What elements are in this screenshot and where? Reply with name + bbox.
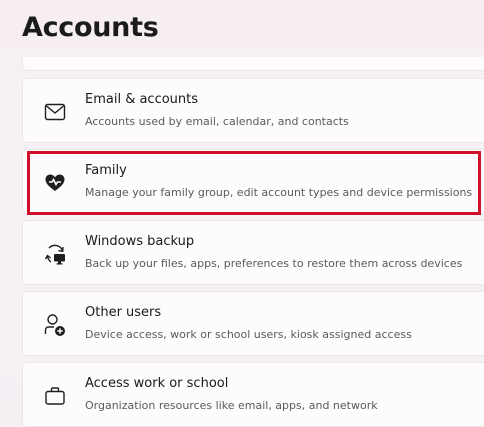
- previous-settings-card[interactable]: [22, 57, 484, 71]
- settings-item-email-accounts[interactable]: Email & accounts Accounts used by email,…: [22, 78, 484, 143]
- settings-item-title: Other users: [85, 305, 162, 320]
- settings-item-description: Accounts used by email, calendar, and co…: [85, 115, 349, 128]
- settings-item-other-users[interactable]: Other users Device access, work or schoo…: [22, 291, 484, 356]
- page-title: Accounts: [22, 12, 159, 43]
- settings-item-family[interactable]: Family Manage your family group, edit ac…: [22, 149, 484, 214]
- add-user-icon: [43, 313, 67, 337]
- settings-item-description: Back up your files, apps, preferences to…: [85, 257, 463, 270]
- settings-item-description: Manage your family group, edit account t…: [85, 186, 473, 199]
- settings-item-windows-backup[interactable]: Windows backup Back up your files, apps,…: [22, 220, 484, 285]
- briefcase-icon: [43, 384, 67, 408]
- settings-item-title: Access work or school: [85, 376, 229, 391]
- settings-item-title: Email & accounts: [85, 92, 199, 107]
- settings-item-description: Device access, work or school users, kio…: [85, 328, 412, 341]
- backup-icon: [43, 242, 67, 266]
- mail-icon: [43, 100, 67, 124]
- settings-item-title: Windows backup: [85, 234, 195, 249]
- settings-item-title: Family: [85, 163, 127, 178]
- settings-item-access-work-or-school[interactable]: Access work or school Organization resou…: [22, 362, 484, 427]
- settings-item-description: Organization resources like email, apps,…: [85, 399, 378, 412]
- family-heart-icon: [43, 171, 67, 195]
